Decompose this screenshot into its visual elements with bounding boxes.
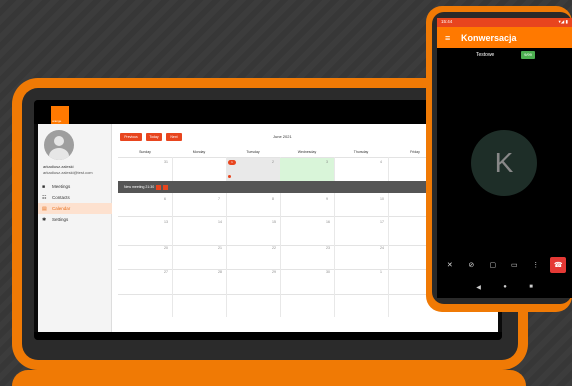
orange-logo: orange (51, 106, 69, 124)
day-number: 13 (164, 220, 168, 224)
menu-icon[interactable]: ≡ (445, 33, 461, 43)
day-number: 31 (164, 160, 168, 164)
chat-icon[interactable]: ▢ (486, 261, 500, 269)
day-header: Wednesday (297, 150, 317, 154)
sidebar-item-settings[interactable]: ✱ Settings (38, 214, 112, 225)
day-number: 22 (272, 246, 276, 250)
day-number: 30 (326, 270, 330, 274)
sidebar: arkadiusz.zaleski arkadiusz.zaleski@test… (38, 124, 112, 332)
day-number: 24 (380, 246, 384, 250)
user-email: arkadiusz.zaleski@test.com (43, 170, 93, 175)
day-number: 10 (380, 197, 384, 201)
back-icon[interactable]: ◀ (476, 284, 481, 291)
status-bar: 15:44 ▾◢ ▮ (437, 18, 572, 27)
mic-off-icon[interactable]: ✕ (443, 261, 457, 269)
gear-icon: ✱ (42, 216, 47, 223)
status-icons: ▾◢ ▮ (558, 19, 568, 24)
day-number: 15 (272, 220, 276, 224)
logo-text: orange (52, 119, 62, 123)
sidebar-item-label: Settings (52, 217, 69, 222)
month-title: June 2021 (273, 134, 292, 139)
day-number: 14 (218, 220, 222, 224)
event-chip (156, 184, 162, 190)
day-number: 3 (326, 160, 328, 164)
status-time: 15:44 (441, 19, 453, 24)
day-number: 28 (218, 270, 222, 274)
day-number: 7 (218, 197, 220, 201)
today-indicator: 1 (228, 160, 236, 165)
call-controls: ✕ ⊘ ▢ ▭ ⋮ ☎ (437, 254, 572, 276)
today-button[interactable]: Today (146, 133, 162, 141)
contacts-icon: ☷ (42, 194, 47, 201)
home-icon[interactable]: ● (503, 284, 507, 290)
day-header: Tuesday (246, 150, 260, 154)
day-number: 21 (218, 246, 222, 250)
user-name: arkadiusz.zaleski (43, 164, 74, 169)
day-number: 20 (164, 246, 168, 250)
hangup-icon[interactable]: ☎ (550, 257, 567, 273)
previous-button[interactable]: Previous (120, 133, 142, 141)
next-button[interactable]: Next (166, 133, 182, 141)
day-number: 29 (272, 270, 276, 274)
day-header: Sunday (139, 150, 151, 154)
participant-avatar: K (471, 130, 537, 196)
avatar-letter: K (494, 147, 514, 178)
avatar-head (54, 136, 64, 146)
day-number: 4 (380, 160, 382, 164)
calendar-icon: ▤ (42, 205, 47, 212)
event-chip (163, 184, 169, 190)
day-number: 8 (272, 197, 274, 201)
status-badge: 9/99 (521, 51, 535, 59)
participant-name: Testowe (476, 52, 495, 58)
day-number: 27 (164, 270, 168, 274)
phone-screen: 15:44 ▾◢ ▮ ≡ Konwersacja Testowe 9/99 K … (437, 18, 572, 298)
event-dot (228, 175, 231, 178)
day-number: 6 (164, 197, 166, 201)
sidebar-item-contacts[interactable]: ☷ Contacts (38, 192, 112, 203)
more-icon[interactable]: ⋮ (529, 261, 543, 269)
bottom-bar (34, 332, 502, 340)
app-bar: ≡ Konwersacja (437, 27, 572, 48)
sidebar-nav: ■ Meetings ☷ Contacts ▤ Calendar ✱ Setti… (38, 181, 112, 225)
android-nav-bar: ◀ ● ■ (437, 276, 572, 298)
video-icon: ■ (42, 183, 46, 190)
sidebar-item-meetings[interactable]: ■ Meetings (38, 181, 112, 192)
sidebar-item-label: Calendar (52, 206, 71, 211)
sidebar-item-calendar[interactable]: ▤ Calendar (38, 203, 112, 214)
day-number: 16 (326, 220, 330, 224)
sidebar-item-label: Meetings (52, 184, 71, 189)
day-number: 23 (326, 246, 330, 250)
day-number: 9 (326, 197, 328, 201)
app-bar-title: Konwersacja (461, 32, 517, 43)
day-number: 1 (380, 270, 382, 274)
sidebar-item-label: Contacts (52, 195, 70, 200)
share-screen-icon[interactable]: ▭ (507, 261, 521, 269)
recents-icon[interactable]: ■ (529, 284, 533, 290)
bottom-device-frame (12, 370, 526, 386)
day-number: 2 (272, 160, 274, 164)
day-header: Thursday (353, 150, 369, 154)
camera-off-icon[interactable]: ⊘ (464, 261, 478, 269)
day-number: 17 (380, 220, 384, 224)
day-header: Monday (192, 150, 206, 154)
avatar-body (49, 148, 69, 160)
avatar[interactable] (44, 130, 74, 160)
event-label: New meeting 21:30 (124, 185, 155, 189)
